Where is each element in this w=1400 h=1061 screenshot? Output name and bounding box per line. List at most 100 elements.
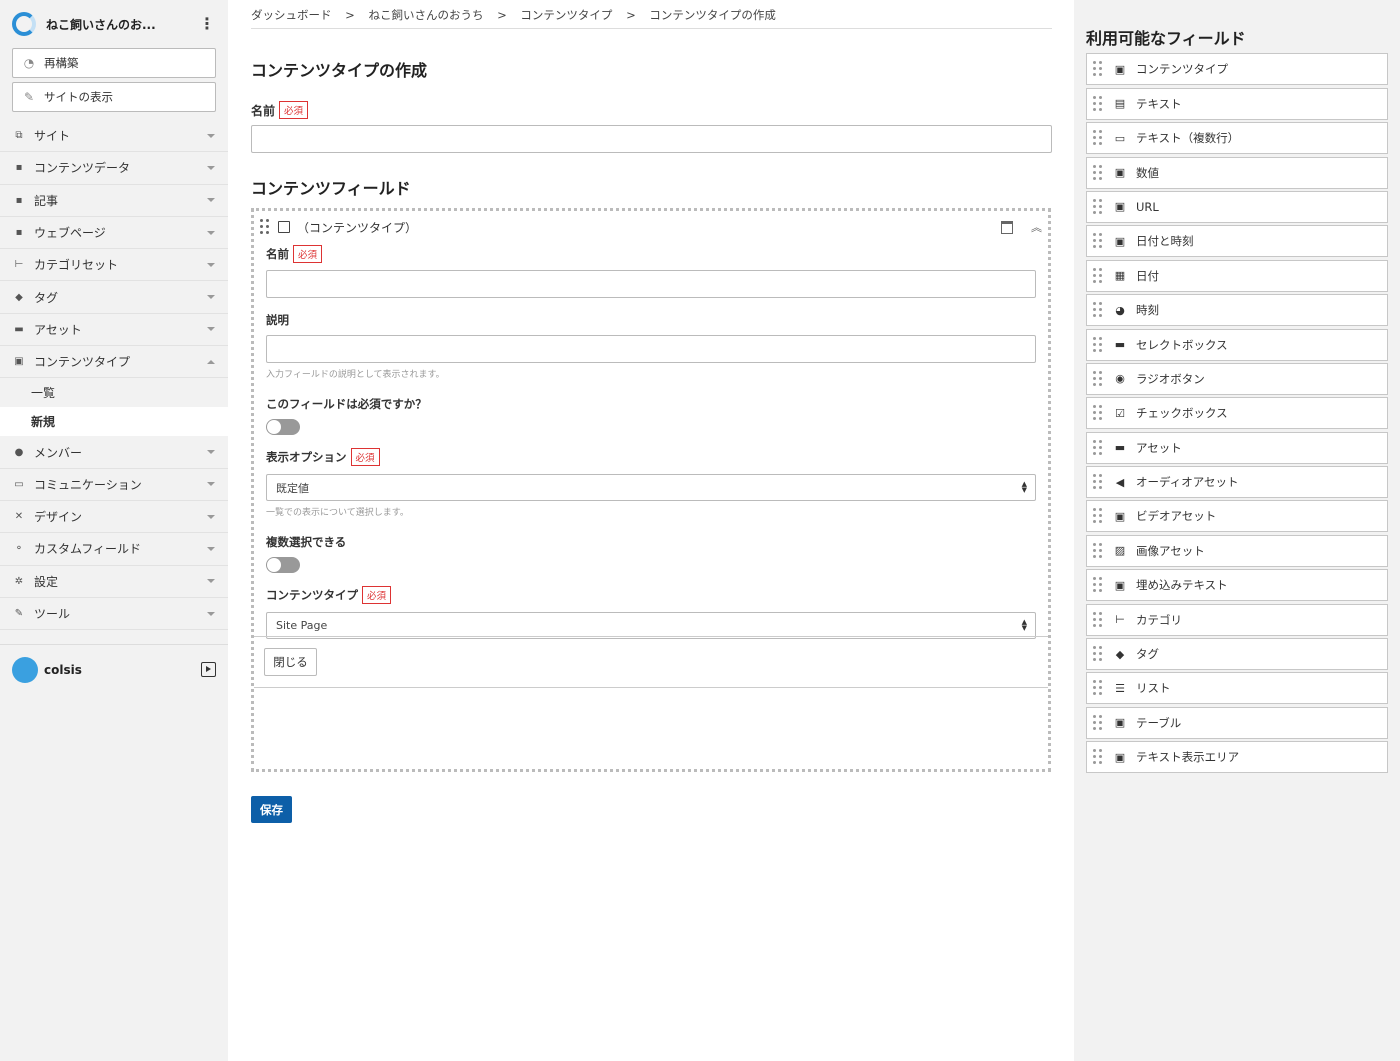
field-type-item[interactable]: ⊢ カテゴリ [1086,603,1388,636]
play-icon[interactable] [201,662,216,677]
field-name-input[interactable] [266,270,1036,298]
field-type-label: タグ [1136,647,1159,662]
sidebar-item-tools[interactable]: ✎ ツール [0,598,228,631]
drag-handle-icon[interactable] [1093,680,1103,696]
drag-handle-icon[interactable] [1093,370,1103,387]
user-name[interactable]: colsis [44,663,201,677]
sidebar-item-communication[interactable]: ▭ コミュニケーション [0,469,228,501]
drag-handle-icon[interactable] [1093,474,1103,490]
drag-handle-icon[interactable] [1093,542,1103,559]
sidebar-item-site[interactable]: ⧉ サイト [0,120,228,153]
content-type-select[interactable]: Site Page ▲ ▼ [266,612,1036,639]
field-type-label: 画像アセット [1136,543,1205,558]
sidebar-item-assets[interactable]: ▬ アセット [0,314,228,347]
field-drop-zone[interactable]: （コンテンツタイプ） ︽ 名前 必須 説明 入力フィールドの説明として表示されま… [251,208,1051,772]
field-type-item[interactable]: ☑ チェックボックス [1086,397,1388,430]
breadcrumb-dashboard[interactable]: ダッシュボード [251,8,332,22]
drag-handle-icon[interactable] [1093,130,1103,146]
avatar[interactable] [12,656,38,683]
sidebar-item-content-types[interactable]: ▣ コンテンツタイプ [0,346,228,379]
field-type-item[interactable]: ▣ 日付と時刻 [1086,225,1388,258]
sidebar-subitem-list[interactable]: 一覧 [0,378,228,407]
sidebar-item-category-sets[interactable]: ⊢ カテゴリセット [0,249,228,282]
sidebar-subitem-new[interactable]: 新規 [0,407,228,437]
field-type-label: 数値 [1136,165,1159,180]
calendar-icon: ▦ [1114,269,1126,283]
drag-handle-icon[interactable] [1093,508,1103,524]
field-type-item[interactable]: ▬ セレクトボックス [1086,328,1388,361]
drag-handle-icon[interactable] [1093,233,1103,249]
drag-handle-icon[interactable] [1093,336,1103,353]
field-type-item[interactable]: ▦ 日付 [1086,259,1388,292]
sidebar-item-settings[interactable]: ✲ 設定 [0,566,228,598]
sidebar-item-content-data[interactable]: ▪ コンテンツデータ [0,152,228,185]
multiple-select-toggle[interactable] [266,557,300,573]
save-button[interactable]: 保存 [251,796,292,823]
field-type-item[interactable]: ▣ 埋め込みテキスト [1086,569,1388,602]
field-type-item[interactable]: ▣ テーブル [1086,706,1388,739]
required-toggle[interactable] [266,419,300,435]
drag-handle-icon[interactable] [260,219,270,235]
chevron-down-icon [207,262,215,267]
drag-handle-icon[interactable] [1093,749,1103,765]
field-type-item[interactable]: ◉ ラジオボタン [1086,362,1388,395]
field-type-item[interactable]: ▣ テキスト表示エリア [1086,741,1388,774]
number-icon: ▣ [1114,166,1126,180]
field-type-item[interactable]: ◕ 時刻 [1086,294,1388,327]
field-type-item[interactable]: ▬ アセット [1086,431,1388,464]
field-type-item[interactable]: ▨ 画像アセット [1086,534,1388,567]
field-type-item[interactable]: ▭ テキスト（複数行） [1086,122,1388,155]
rebuild-button[interactable]: ◔ 再構築 [12,48,216,78]
close-button[interactable]: 閉じる [264,648,317,676]
field-type-item[interactable]: ▤ テキスト [1086,87,1388,120]
drag-handle-icon[interactable] [1093,61,1103,77]
drag-handle-icon[interactable] [1093,577,1103,593]
field-type-item[interactable]: ◆ タグ [1086,638,1388,671]
text-area-icon: ▣ [1114,750,1126,764]
drag-handle-icon[interactable] [1093,714,1103,731]
sidebar-item-custom-fields[interactable]: ⚬ カスタムフィールド [0,533,228,566]
display-option-select[interactable]: 既定値 ▲ ▼ [266,474,1036,501]
field-type-label: ビデオアセット [1136,509,1217,524]
sidebar-item-label: カテゴリセット [34,258,119,273]
drag-handle-icon[interactable] [1093,95,1103,112]
field-description-label: 説明 [266,313,289,327]
drag-handle-icon[interactable] [1093,198,1103,215]
drag-handle-icon[interactable] [1093,405,1103,421]
sidebar-item-design[interactable]: ✕ デザイン [0,501,228,534]
drag-handle-icon[interactable] [1093,646,1103,662]
more-menu-icon[interactable]: ⋮ [198,16,216,32]
category-icon: ⊢ [1115,613,1125,627]
field-description-input[interactable] [266,335,1036,363]
site-header: ねこ飼いさんのお... ⋮ [0,0,228,48]
sidebar-item-label: 記事 [34,193,59,208]
trash-icon[interactable] [1001,220,1013,234]
drag-handle-icon[interactable] [1093,611,1103,628]
field-type-item[interactable]: ◀ オーディオアセット [1086,466,1388,499]
drag-handle-icon[interactable] [1093,439,1103,456]
sidebar: ねこ飼いさんのお... ⋮ ◔ 再構築 ✎ サイトの表示 ⧉ サイト ▪ コンテンツ… [0,0,228,1061]
chevron-down-icon [207,482,215,487]
sidebar-item-members[interactable]: ● メンバー [0,436,228,469]
content-type-name-input[interactable] [251,125,1052,153]
field-type-item[interactable]: ☰ リスト [1086,672,1388,705]
sidebar-item-webpages[interactable]: ▪ ウェブページ [0,217,228,250]
drag-handle-icon[interactable] [1093,302,1103,318]
breadcrumb-content-types[interactable]: コンテンツタイプ [520,8,612,22]
sidebar-item-tags[interactable]: ◆ タグ [0,281,228,314]
sidebar-item-label: タグ [34,290,59,305]
collapse-icon[interactable]: ︽ [1031,219,1042,235]
field-type-item[interactable]: ▣ ビデオアセット [1086,500,1388,533]
drag-handle-icon[interactable] [1093,164,1103,181]
site-name[interactable]: ねこ飼いさんのお... [46,16,198,33]
field-type-item[interactable]: ▣ URL [1086,190,1388,223]
drag-handle-icon[interactable] [1093,267,1103,284]
name-label: 名前 [251,103,276,118]
field-type-item[interactable]: ▣ 数値 [1086,156,1388,189]
sidebar-item-entries[interactable]: ▪ 記事 [0,185,228,217]
breadcrumb-site[interactable]: ねこ飼いさんのおうち [368,8,483,22]
field-type-item[interactable]: ▣ コンテンツタイプ [1086,53,1388,86]
audio-icon: ◀ [1115,475,1125,489]
view-site-button[interactable]: ✎ サイトの表示 [12,82,216,112]
sidebar-item-label: カスタムフィールド [34,542,142,557]
